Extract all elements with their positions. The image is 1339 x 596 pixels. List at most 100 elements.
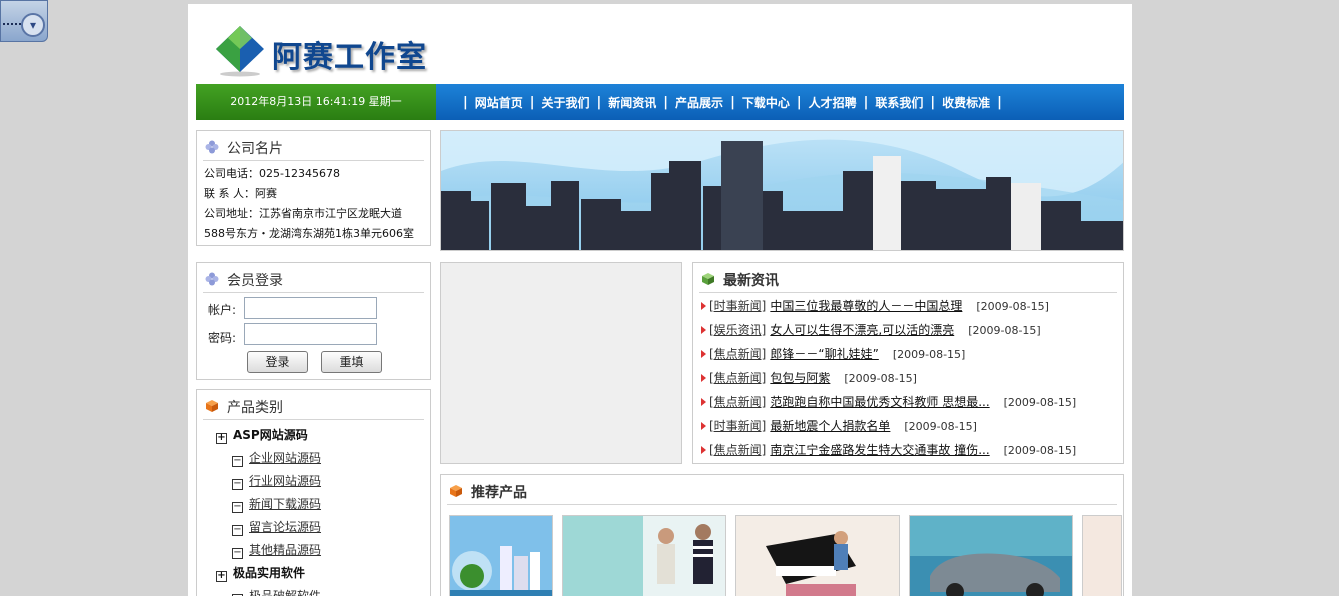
- nav-item[interactable]: 收费标准: [938, 94, 994, 111]
- category-label: ASP网站源码: [233, 428, 308, 442]
- news-row: [娱乐资讯] 女人可以生得不漂亮,可以活的漂亮 [2009-08-15]: [701, 321, 1041, 338]
- category-item[interactable]: + ASP网站源码: [216, 426, 308, 444]
- nav-item[interactable]: 产品展示: [671, 94, 727, 111]
- recommended-products-panel: 推荐产品: [440, 474, 1124, 596]
- category-item[interactable]: − 企业网站源码: [232, 449, 321, 467]
- nav-item[interactable]: 新闻资讯: [604, 94, 660, 111]
- company-address-line2: 588号东方・龙湖湾东湖苑1栋3单元606室: [204, 227, 414, 240]
- news-title-link[interactable]: 南京江宁金盛路发生特大交通事故 撞伤...: [770, 443, 989, 457]
- news-title-link[interactable]: 中国三位我最尊敬的人－－中国总理: [770, 299, 962, 313]
- nav-links: | 网站首页 | 关于我们 | 新闻资讯 | 产品展示 | 下载中心 | 人才招聘 | 联系我们 | 收费标准…: [460, 84, 1005, 120]
- company-card-panel: 公司名片 公司电话：025-12345678 联 系 人：阿赛 公司地址：江苏省…: [196, 130, 431, 246]
- product-thumb-partial[interactable]: [1082, 515, 1122, 596]
- panel-title: 最新资讯: [723, 273, 779, 289]
- news-category-link[interactable]: [娱乐资讯]: [709, 323, 766, 337]
- collapse-icon[interactable]: −: [232, 456, 243, 467]
- red-arrow-icon: [701, 374, 706, 382]
- product-image: [910, 516, 1072, 596]
- collapse-icon[interactable]: −: [232, 548, 243, 559]
- login-button[interactable]: 登录: [247, 351, 308, 373]
- news-category-link[interactable]: [时事新闻]: [709, 299, 766, 313]
- product-image: [450, 516, 552, 596]
- orange-cube-icon: [450, 485, 462, 497]
- desktop-network-widget[interactable]: ▾: [0, 0, 48, 42]
- category-label: 其他精品源码: [249, 543, 322, 557]
- news-row: [焦点新闻] 包包与阿紫 [2009-08-15]: [701, 369, 917, 386]
- red-arrow-icon: [701, 398, 706, 406]
- product-thumb-piano[interactable]: [735, 515, 900, 596]
- category-label: 留言论坛源码: [249, 520, 322, 534]
- product-thumb-car[interactable]: [909, 515, 1073, 596]
- category-item[interactable]: − 行业网站源码: [232, 472, 321, 490]
- flower-icon: [205, 140, 219, 154]
- panel-header: 推荐产品: [447, 479, 1117, 505]
- collapse-icon[interactable]: −: [232, 479, 243, 490]
- chevron-down-icon[interactable]: ▾: [21, 13, 45, 37]
- red-arrow-icon: [701, 350, 706, 358]
- collapse-icon[interactable]: −: [232, 525, 243, 536]
- category-label: 极品破解软件: [249, 589, 322, 596]
- nav-separator: |: [997, 94, 1002, 110]
- password-label: 密码:: [208, 331, 237, 345]
- flower-icon: [205, 272, 219, 286]
- news-category-link[interactable]: [焦点新闻]: [709, 347, 766, 361]
- news-row: [时事新闻] 最新地震个人捐款名单 [2009-08-15]: [701, 417, 977, 434]
- panel-header: 最新资讯: [699, 267, 1117, 293]
- product-categories-panel: 产品类别 + ASP网站源码 − 企业网站源码 − 行业网站源码 − 新闻下载源码 − 留言论坛源…: [196, 389, 431, 596]
- nav-item[interactable]: 人才招聘: [805, 94, 861, 111]
- category-label: 新闻下载源码: [249, 497, 322, 511]
- news-date: [2009-08-15]: [976, 300, 1049, 313]
- red-arrow-icon: [701, 302, 706, 310]
- nav-item[interactable]: 下载中心: [738, 94, 794, 111]
- nav-separator: |: [796, 94, 802, 110]
- category-item[interactable]: −极品破解软件: [232, 587, 321, 596]
- nav-item[interactable]: 关于我们: [538, 94, 594, 111]
- panel-title: 推荐产品: [471, 485, 527, 501]
- password-input[interactable]: [244, 323, 377, 345]
- news-category-link[interactable]: [焦点新闻]: [709, 395, 766, 409]
- expand-icon[interactable]: +: [216, 571, 227, 582]
- green-cube-icon: [702, 273, 714, 285]
- latest-news-panel: 最新资讯 [时事新闻] 中国三位我最尊敬的人－－中国总理 [2009-08-15][…: [692, 262, 1124, 464]
- collapse-icon[interactable]: −: [232, 502, 243, 513]
- news-title-link[interactable]: 范跑跑自称中国最优秀文科教师 思想最...: [770, 395, 989, 409]
- category-item[interactable]: − 其他精品源码: [232, 541, 321, 559]
- panel-header: 公司名片: [203, 135, 424, 161]
- news-category-link[interactable]: [时事新闻]: [709, 419, 766, 433]
- nav-separator: |: [529, 94, 535, 110]
- city-skyline-banner: [440, 130, 1124, 251]
- category-item[interactable]: − 新闻下载源码: [232, 495, 321, 513]
- red-arrow-icon: [701, 326, 706, 334]
- panel-title: 公司名片: [227, 141, 283, 157]
- category-item[interactable]: + 极品实用软件: [216, 564, 305, 582]
- news-date: [2009-08-15]: [844, 372, 917, 385]
- nav-item[interactable]: 网站首页: [471, 94, 527, 111]
- account-label: 帐户:: [208, 303, 237, 317]
- expand-icon[interactable]: +: [216, 433, 227, 444]
- product-thumb-city[interactable]: [449, 515, 553, 596]
- site-logo[interactable]: 阿赛工作室: [212, 22, 432, 77]
- news-title-link[interactable]: 最新地震个人捐款名单: [770, 419, 890, 433]
- category-label: 极品实用软件: [233, 566, 306, 580]
- image-placeholder: [440, 262, 682, 464]
- company-address-line1: 公司地址：江苏省南京市江宁区龙眠大道: [204, 207, 402, 220]
- product-thumb-fashion[interactable]: [562, 515, 726, 596]
- news-date: [2009-08-15]: [892, 348, 966, 361]
- reset-button[interactable]: 重填: [321, 351, 382, 373]
- news-category-link[interactable]: [焦点新闻]: [709, 371, 766, 385]
- nav-item[interactable]: 联系我们: [871, 94, 927, 111]
- page-container: 阿赛工作室 2012年8月13日 16:41:19 星期一 | 网站首页 | 关于我们…: [188, 4, 1132, 596]
- account-input[interactable]: [244, 297, 377, 319]
- category-item[interactable]: − 留言论坛源码: [232, 518, 321, 536]
- member-login-panel: 会员登录 帐户: 密码: 登录 重填: [196, 262, 431, 380]
- news-title-link[interactable]: 郎锋－－“聊礼娃娃”: [770, 347, 878, 361]
- site-header: 阿赛工作室: [188, 4, 1132, 84]
- news-title-link[interactable]: 包包与阿紫: [770, 371, 830, 385]
- news-date: [2009-08-15]: [1003, 396, 1077, 409]
- nav-separator: |: [730, 94, 735, 110]
- news-title-link[interactable]: 女人可以生得不漂亮,可以活的漂亮: [770, 323, 954, 337]
- nav-separator: |: [863, 94, 869, 110]
- news-row: [焦点新闻] 范跑跑自称中国最优秀文科教师 思想最... [2009-08-15]: [701, 393, 1076, 410]
- nav-separator: |: [596, 94, 602, 110]
- news-category-link[interactable]: [焦点新闻]: [709, 443, 766, 457]
